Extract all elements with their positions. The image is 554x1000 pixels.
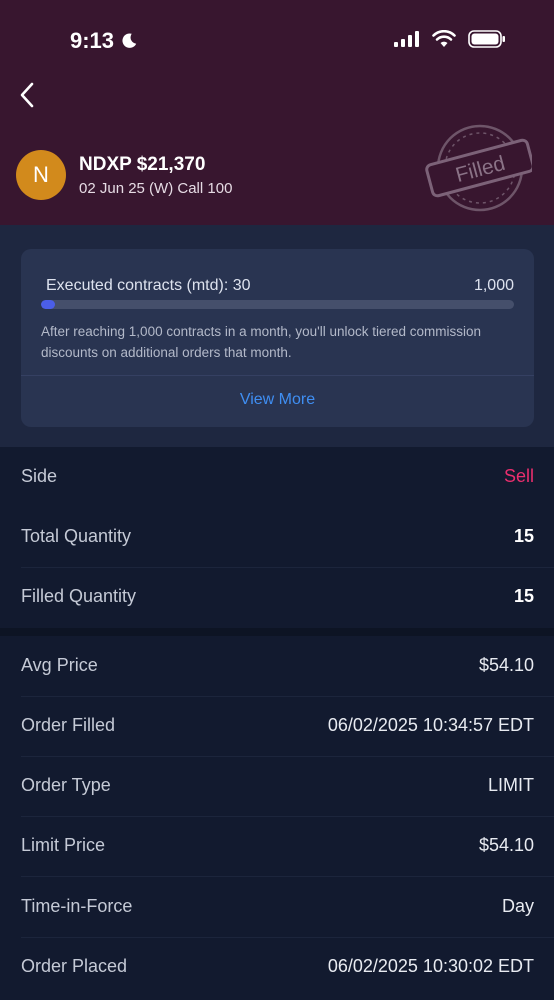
filled-quantity-label: Filled Quantity: [21, 586, 137, 606]
back-button[interactable]: [12, 78, 42, 112]
contracts-progress-fill: [41, 300, 56, 309]
time-in-force-value: Day: [501, 896, 534, 916]
chevron-left-icon: [20, 82, 34, 108]
card-divider: [21, 375, 534, 376]
order-filled-row: Order Filled 06/02/2025 10:34:57 EDT: [0, 696, 554, 757]
order-header: 9:13 N NDXP $21,370 02 Jun 25 (W) Call 1…: [0, 0, 554, 225]
order-type-label: Order Type: [21, 775, 111, 795]
commission-card: Executed contracts (mtd): 30 1,000 After…: [21, 249, 534, 427]
section-divider: [0, 628, 554, 636]
filled-stamp: Filled: [425, 124, 532, 212]
limit-price-label: Limit Price: [21, 835, 106, 855]
avg-price-label: Avg Price: [21, 655, 98, 675]
order-type-row: Order Type LIMIT: [0, 756, 554, 817]
battery-icon: [468, 30, 505, 48]
order-placed-label: Order Placed: [21, 956, 128, 976]
avg-price-row: Avg Price $54.10: [0, 636, 554, 697]
side-label: Side: [21, 466, 58, 486]
avg-price-value: $54.10: [478, 655, 534, 675]
side-value: Sell: [503, 466, 534, 486]
status-icons: [394, 30, 506, 48]
order-summary-section: Side Sell Total Quantity 15 Filled Quant…: [0, 447, 554, 628]
time-in-force-label: Time-in-Force: [21, 896, 133, 916]
order-filled-value: 06/02/2025 10:34:57 EDT: [327, 715, 534, 735]
symbol-avatar: N: [16, 150, 66, 200]
status-time: 9:13: [70, 28, 115, 53]
status-bar: 9:13: [0, 0, 554, 80]
order-placed-value: 06/02/2025 10:30:02 EDT: [327, 956, 534, 976]
contract-subtitle: 02 Jun 25 (W) Call 100: [79, 180, 233, 197]
filled-quantity-row: Filled Quantity 15: [0, 567, 554, 628]
total-quantity-value: 15: [513, 526, 534, 546]
total-quantity-row: Total Quantity 15: [0, 507, 554, 568]
time-in-force-row: Time-in-Force Day: [0, 877, 554, 938]
wifi-icon: [432, 30, 456, 47]
view-more-link[interactable]: View More: [21, 391, 534, 409]
contracts-threshold: 1,000: [473, 277, 514, 294]
order-placed-row: Order Placed 06/02/2025 10:30:02 EDT: [0, 937, 554, 998]
limit-price-value: $54.10: [478, 835, 534, 855]
side-row: Side Sell: [0, 447, 554, 508]
executed-contracts-label: Executed contracts (mtd): 30: [46, 277, 251, 294]
order-type-value: LIMIT: [487, 775, 534, 795]
total-quantity-label: Total Quantity: [21, 526, 132, 546]
contract-title: NDXP $21,370: [79, 154, 206, 175]
limit-price-row: Limit Price $54.10: [0, 816, 554, 877]
moon-icon: [122, 33, 137, 48]
contracts-progress-bar: [41, 300, 514, 309]
commission-description: After reaching 1,000 contracts in a mont…: [41, 324, 482, 360]
order-filled-label: Order Filled: [21, 715, 116, 735]
filled-quantity-value: 15: [513, 586, 534, 606]
cellular-signal-icon: [394, 31, 419, 47]
status-time-group: 9:13: [70, 28, 138, 54]
order-details-section: Avg Price $54.10 Order Filled 06/02/2025…: [0, 636, 554, 1000]
avatar-letter: N: [33, 162, 49, 187]
